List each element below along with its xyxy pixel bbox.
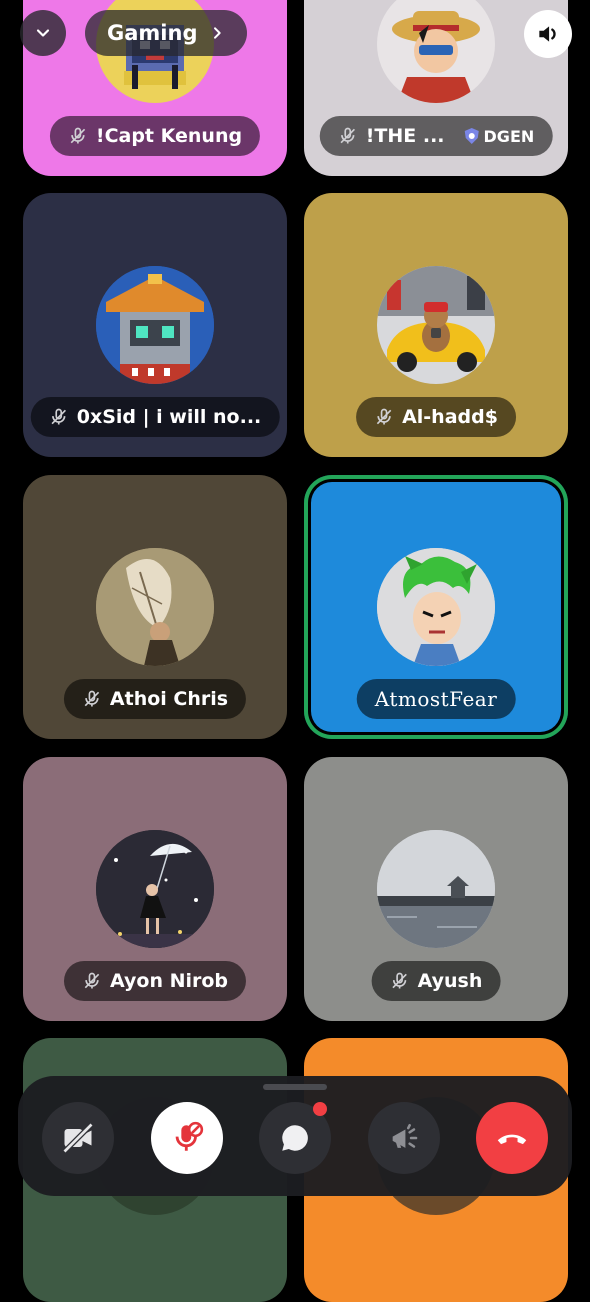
participant-name: 0xSid | i will no... [76,406,262,428]
participant-tile[interactable]: Al-hadd$ [304,193,568,457]
mic-muted-icon [376,408,392,425]
speaker-icon [539,26,556,42]
participant-name-pill: 0xSid | i will no... [30,397,280,437]
avatar [377,830,495,948]
chevron-down-icon [36,29,50,37]
guild-shield-icon [464,128,479,144]
mic-muted-icon [51,408,66,425]
participant-tile[interactable]: 0xSid | i will no... [23,193,287,457]
microphone-toggle-button[interactable] [151,1102,223,1174]
participant-tile-speaking[interactable]: AtmostFear [304,475,568,739]
participant-name: Ayush [417,970,483,992]
call-controls-bar [18,1076,572,1196]
avatar [377,0,495,103]
participant-name-pill: AtmostFear [356,679,516,719]
participant-name: Athoi Chris [109,688,229,710]
participant-name: Ayon Nirob [109,970,229,992]
participant-tile[interactable]: Ayon Nirob [23,757,287,1021]
channel-name: Gaming [107,21,198,45]
participant-tile[interactable]: Athoi Chris [23,475,287,739]
avatar [377,266,495,384]
participant-name: !Capt Kenung [95,125,243,147]
hang-up-icon [497,1134,527,1145]
participant-tile[interactable]: Ayush [304,757,568,1021]
participant-name-pill: !Capt Kenung [49,116,261,156]
unread-indicator [313,1102,327,1116]
avatar [96,266,214,384]
soundboard-icon [392,1123,418,1148]
mic-muted-icon [340,127,355,144]
audio-output-button[interactable] [524,10,572,58]
avatar [377,548,495,666]
avatar [96,548,214,666]
mic-muted-icon [70,127,86,144]
mic-muted-icon [84,972,100,989]
participant-name: AtmostFear [374,687,498,711]
mic-muted-icon [84,690,100,707]
guild-tag-badge: DGEN [463,127,534,146]
participant-name-pill: Athoi Chris [63,679,247,719]
drag-handle[interactable] [263,1084,327,1090]
chat-bubble-icon [282,1125,308,1151]
participant-name-pill: Ayush [371,961,501,1001]
camera-toggle-button[interactable] [42,1102,114,1174]
soundboard-button[interactable] [368,1102,440,1174]
participant-name-pill: Al-hadd$ [356,397,516,437]
channel-title-button[interactable]: Gaming [85,10,248,56]
avatar [96,830,214,948]
leave-call-button[interactable] [476,1102,548,1174]
chevron-right-icon [214,27,222,39]
participant-name: !THE ... [365,125,445,147]
participant-name-pill: Ayon Nirob [63,961,247,1001]
camera-off-icon [62,1122,94,1154]
mic-muted-icon [392,972,407,989]
mic-muted-icon [175,1121,204,1151]
participant-name-pill: !THE ... DGEN [319,116,553,156]
chat-button[interactable] [259,1102,331,1174]
collapse-button[interactable] [20,10,66,56]
participant-name: Al-hadd$ [402,406,498,428]
